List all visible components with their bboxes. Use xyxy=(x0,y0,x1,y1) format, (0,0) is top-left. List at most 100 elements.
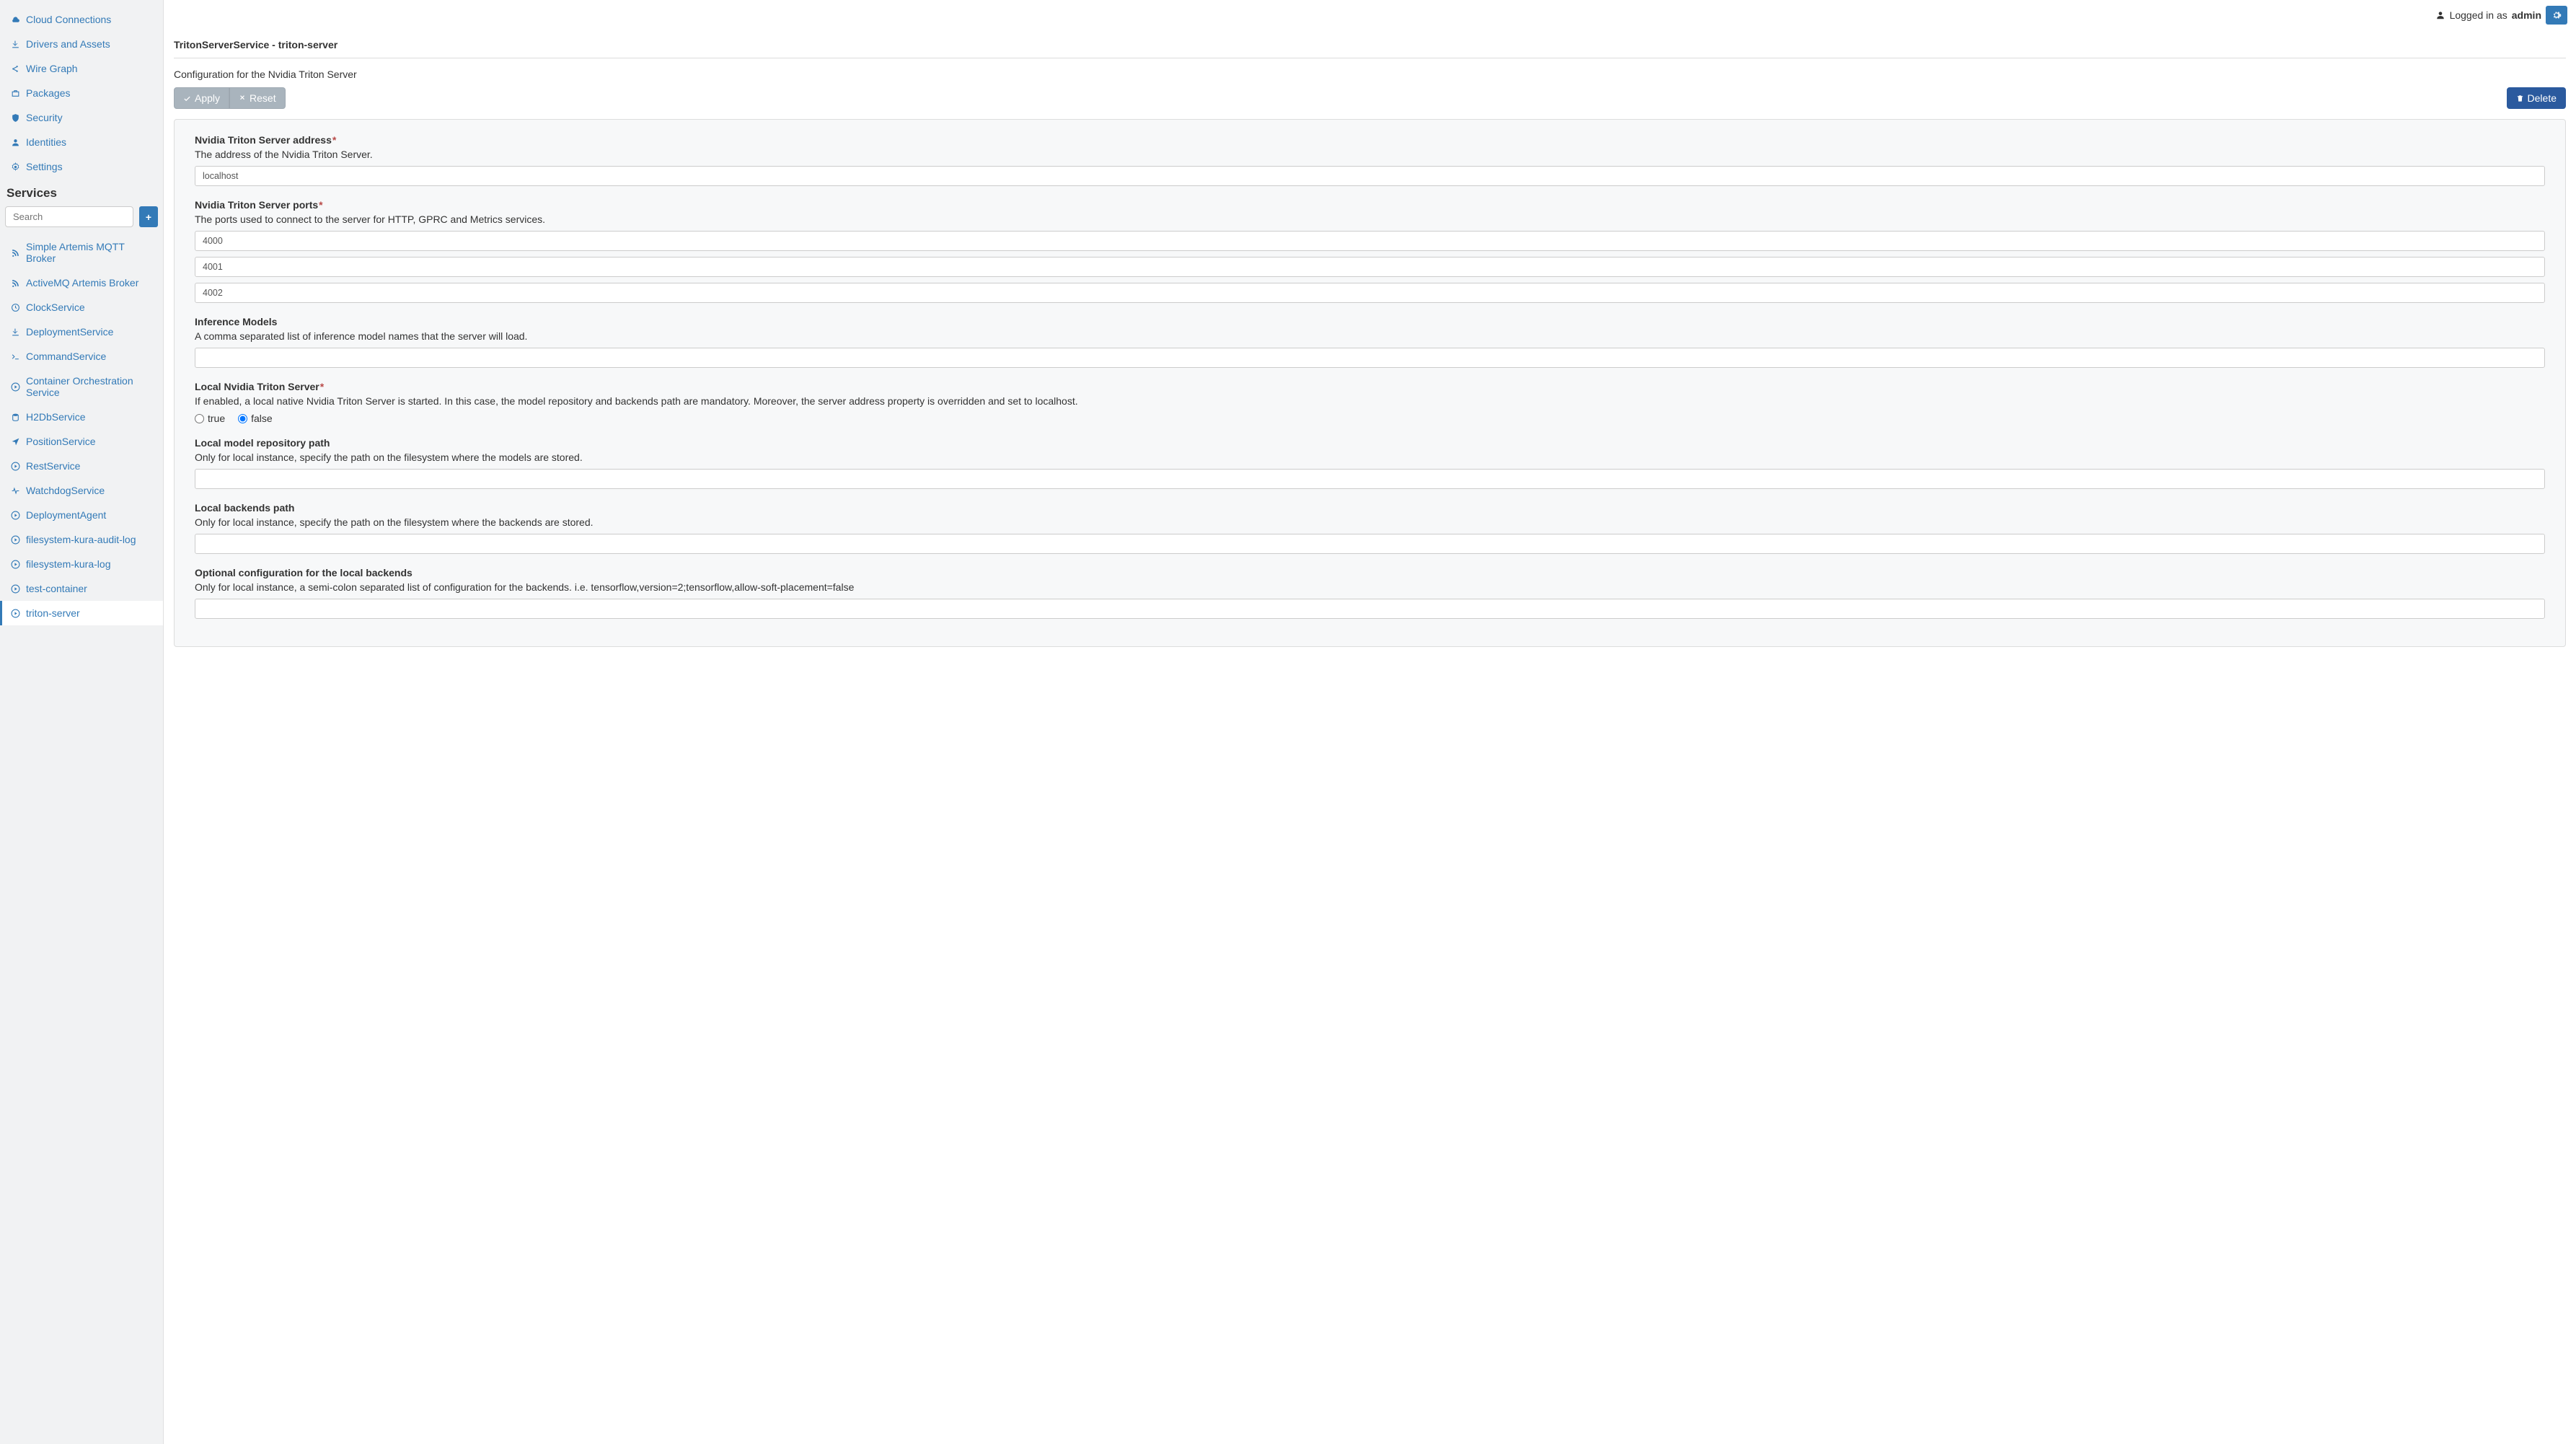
shield-icon xyxy=(10,113,20,123)
radio-false[interactable]: false xyxy=(238,413,273,424)
service-label: PositionService xyxy=(26,436,96,447)
service-item-triton-server[interactable]: triton-server xyxy=(0,601,163,625)
ports-help: The ports used to connect to the server … xyxy=(195,213,2545,225)
nav-label: Settings xyxy=(26,161,63,172)
service-item-clockservice[interactable]: ClockService xyxy=(0,295,163,320)
apply-button[interactable]: Apply xyxy=(174,87,229,109)
service-label: DeploymentAgent xyxy=(26,509,106,521)
address-label: Nvidia Triton Server address* xyxy=(195,134,2545,146)
nav-label: Drivers and Assets xyxy=(26,38,110,50)
briefcase-icon xyxy=(10,88,20,98)
play-icon xyxy=(10,559,20,569)
action-bar: Apply Reset Delete xyxy=(174,87,2566,109)
local-help: If enabled, a local native Nvidia Triton… xyxy=(195,395,2545,407)
page-title: TritonServerService - triton-server xyxy=(174,30,2566,58)
topbar: Logged in as admin xyxy=(164,0,2576,30)
required-marker: * xyxy=(320,381,324,392)
nav-item-packages[interactable]: Packages xyxy=(0,81,163,105)
settings-button[interactable] xyxy=(2546,6,2567,25)
service-label: RestService xyxy=(26,460,80,472)
service-item-activemq-artemis-broker[interactable]: ActiveMQ Artemis Broker xyxy=(0,270,163,295)
service-item-container-orchestration-service[interactable]: Container Orchestration Service xyxy=(0,369,163,405)
play-icon xyxy=(10,510,20,520)
service-item-h2dbservice[interactable]: H2DbService xyxy=(0,405,163,429)
service-item-positionservice[interactable]: PositionService xyxy=(0,429,163,454)
nav-item-drivers-and-assets[interactable]: Drivers and Assets xyxy=(0,32,163,56)
service-item-deploymentservice[interactable]: DeploymentService xyxy=(0,320,163,344)
config-form: Nvidia Triton Server address* The addres… xyxy=(174,119,2566,647)
service-item-filesystem-kura-log[interactable]: filesystem-kura-log xyxy=(0,552,163,576)
radio-true-input[interactable] xyxy=(195,414,204,423)
terminal-icon xyxy=(10,351,20,361)
radio-true[interactable]: true xyxy=(195,413,225,424)
ports-label: Nvidia Triton Server ports* xyxy=(195,199,2545,211)
plus-icon: + xyxy=(146,211,151,223)
add-service-button[interactable]: + xyxy=(139,206,158,227)
trash-icon xyxy=(2516,94,2524,102)
port-input-1[interactable] xyxy=(195,257,2545,277)
backends-path-help: Only for local instance, specify the pat… xyxy=(195,516,2545,528)
service-label: ActiveMQ Artemis Broker xyxy=(26,277,138,289)
service-item-watchdogservice[interactable]: WatchdogService xyxy=(0,478,163,503)
rss-icon xyxy=(10,247,20,257)
user-icon xyxy=(2435,10,2445,20)
delete-button[interactable]: Delete xyxy=(2507,87,2566,109)
clock-icon xyxy=(10,302,20,312)
reset-label: Reset xyxy=(250,92,276,104)
nav-item-wire-graph[interactable]: Wire Graph xyxy=(0,56,163,81)
backends-path-input[interactable] xyxy=(195,534,2545,554)
service-item-commandservice[interactable]: CommandService xyxy=(0,344,163,369)
models-label: Inference Models xyxy=(195,316,2545,327)
sidebar: Cloud Connections Drivers and Assets Wire … xyxy=(0,0,164,1444)
close-icon xyxy=(239,94,246,102)
field-backends-path: Local backends path Only for local insta… xyxy=(195,502,2545,554)
check-icon xyxy=(183,94,191,102)
service-item-test-container[interactable]: test-container xyxy=(0,576,163,601)
apply-label: Apply xyxy=(195,92,220,104)
required-marker: * xyxy=(319,199,322,211)
search-row: + xyxy=(0,206,163,234)
field-local: Local Nvidia Triton Server* If enabled, … xyxy=(195,381,2545,424)
local-label: Local Nvidia Triton Server* xyxy=(195,381,2545,392)
backends-path-label: Local backends path xyxy=(195,502,2545,514)
nav-label: Wire Graph xyxy=(26,63,78,74)
radio-false-input[interactable] xyxy=(238,414,247,423)
delete-label: Delete xyxy=(2528,92,2557,104)
play-icon xyxy=(10,608,20,618)
service-label: CommandService xyxy=(26,351,106,362)
address-input[interactable] xyxy=(195,166,2545,186)
gear-icon xyxy=(2551,10,2562,20)
nav-label: Security xyxy=(26,112,63,123)
download-icon xyxy=(10,39,20,49)
nav-item-cloud-connections[interactable]: Cloud Connections xyxy=(0,7,163,32)
location-icon xyxy=(10,436,20,446)
port-input-0[interactable] xyxy=(195,231,2545,251)
service-item-filesystem-kura-audit-log[interactable]: filesystem-kura-audit-log xyxy=(0,527,163,552)
service-label: triton-server xyxy=(26,607,80,619)
nav-item-settings[interactable]: Settings xyxy=(0,154,163,179)
username: admin xyxy=(2512,9,2541,21)
nav-item-identities[interactable]: Identities xyxy=(0,130,163,154)
db-icon xyxy=(10,412,20,422)
search-input[interactable] xyxy=(5,206,133,227)
optional-config-input[interactable] xyxy=(195,599,2545,619)
service-label: Simple Artemis MQTT Broker xyxy=(26,241,153,264)
play-icon xyxy=(10,534,20,545)
service-label: Container Orchestration Service xyxy=(26,375,153,398)
services-heading: Services xyxy=(0,179,163,206)
nav-item-security[interactable]: Security xyxy=(0,105,163,130)
reset-button[interactable]: Reset xyxy=(229,87,286,109)
service-item-deploymentagent[interactable]: DeploymentAgent xyxy=(0,503,163,527)
service-item-simple-artemis-mqtt-broker[interactable]: Simple Artemis MQTT Broker xyxy=(0,234,163,270)
field-repo-path: Local model repository path Only for loc… xyxy=(195,437,2545,489)
field-address: Nvidia Triton Server address* The addres… xyxy=(195,134,2545,186)
cloud-icon xyxy=(10,14,20,25)
service-item-restservice[interactable]: RestService xyxy=(0,454,163,478)
models-input[interactable] xyxy=(195,348,2545,368)
address-help: The address of the Nvidia Triton Server. xyxy=(195,149,2545,160)
optional-config-help: Only for local instance, a semi-colon se… xyxy=(195,581,2545,593)
content: TritonServerService - triton-server Conf… xyxy=(164,30,2576,1444)
port-input-2[interactable] xyxy=(195,283,2545,303)
user-icon xyxy=(10,137,20,147)
repo-path-input[interactable] xyxy=(195,469,2545,489)
